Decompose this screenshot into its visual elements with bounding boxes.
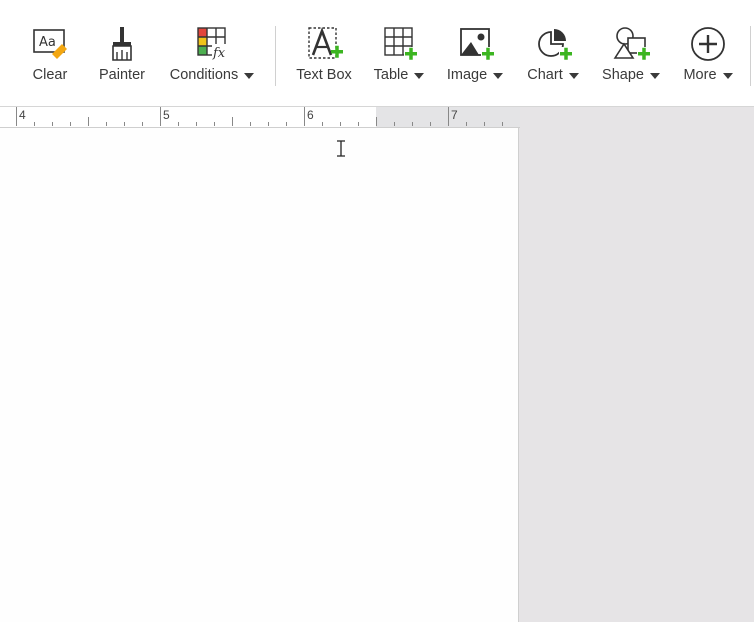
painter-label: Painter xyxy=(99,67,145,83)
shape-icon xyxy=(611,24,651,64)
chevron-down-icon xyxy=(722,72,733,79)
clear-icon-text: Aa xyxy=(39,35,56,50)
chart-icon xyxy=(533,24,573,64)
chevron-down-icon xyxy=(649,72,660,79)
image-label: Image xyxy=(446,67,488,83)
table-button[interactable]: Table xyxy=(371,24,427,90)
table-icon xyxy=(379,24,419,64)
toolbar-separator xyxy=(275,26,276,86)
conditions-button[interactable]: fx Conditions xyxy=(165,24,259,90)
text-box-button[interactable]: Text Box xyxy=(294,24,354,90)
conditions-label: Conditions xyxy=(169,67,239,83)
ruler-label: 7 xyxy=(451,108,458,122)
clear-button[interactable]: Aa Clear xyxy=(29,24,71,90)
format-painter-icon xyxy=(102,24,142,64)
shape-button[interactable]: Shape xyxy=(600,24,662,90)
chevron-down-icon xyxy=(568,72,579,79)
table-label: Table xyxy=(373,67,409,83)
shape-label: Shape xyxy=(602,67,644,83)
text-box-label: Text Box xyxy=(296,67,352,83)
chevron-down-icon xyxy=(493,72,504,79)
chevron-down-icon xyxy=(414,72,425,79)
ruler-label: 4 xyxy=(19,108,26,122)
clear-format-icon: Aa xyxy=(30,24,70,64)
image-button[interactable]: Image xyxy=(445,24,505,90)
painter-button[interactable]: Painter xyxy=(96,24,148,90)
text-box-icon xyxy=(304,24,344,64)
text-cursor-icon xyxy=(337,140,345,157)
ruler-label: 5 xyxy=(163,108,170,122)
document-page[interactable] xyxy=(0,128,519,622)
more-label: More xyxy=(683,67,717,83)
clear-label: Clear xyxy=(32,67,68,83)
toolbar: Aa Clear Painter fx Conditions Text Box … xyxy=(0,0,754,107)
chart-label: Chart xyxy=(527,67,563,83)
conditional-format-icon: fx xyxy=(192,24,232,64)
conditions-icon-text: fx xyxy=(212,46,226,61)
ruler-label: 6 xyxy=(307,108,314,122)
toolbar-separator xyxy=(750,26,751,86)
horizontal-ruler[interactable]: 4 5 6 7 xyxy=(0,107,520,128)
ruler-ticks: 4 5 6 7 xyxy=(16,107,503,126)
chevron-down-icon xyxy=(244,72,255,79)
more-button[interactable]: More xyxy=(680,24,736,90)
plus-circle-icon xyxy=(688,24,728,64)
chart-button[interactable]: Chart xyxy=(523,24,583,90)
image-icon xyxy=(455,24,495,64)
